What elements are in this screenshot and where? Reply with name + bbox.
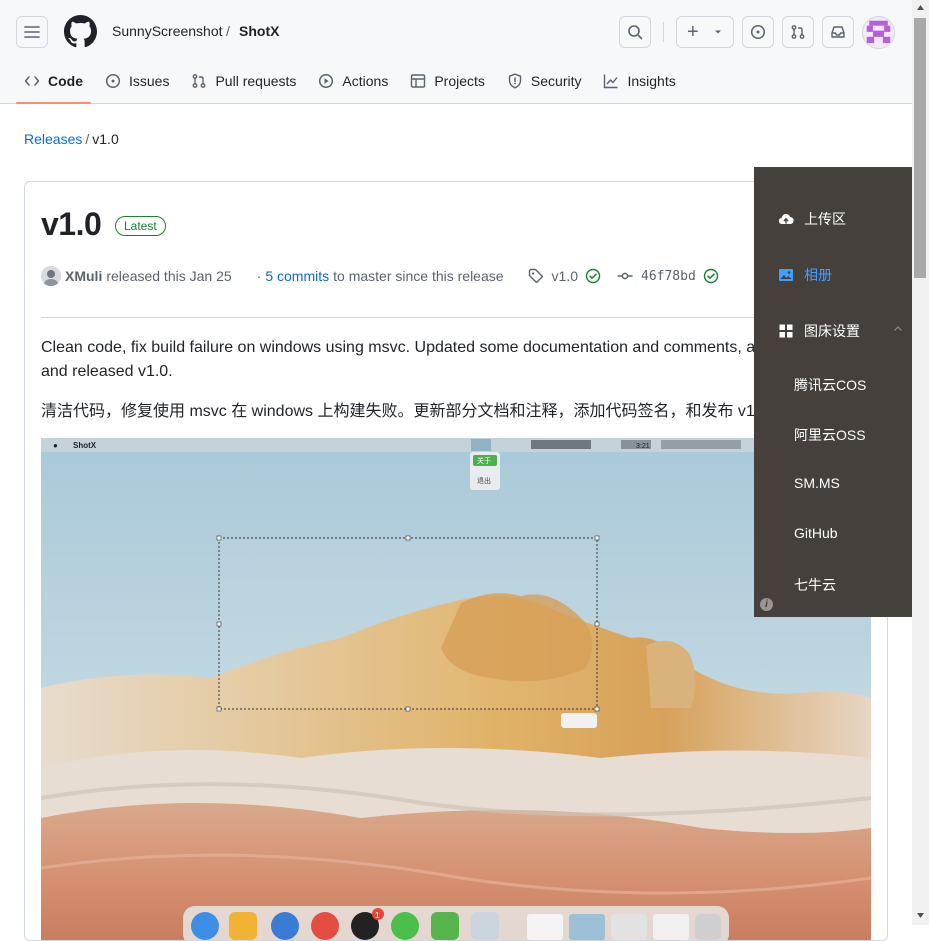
provider-smms[interactable]: SM.MS: [794, 475, 840, 491]
release-notes-en-line1: Clean code, fix build failure on windows…: [41, 339, 765, 356]
commit-sha-link[interactable]: 46f78bd: [641, 269, 696, 284]
meta-dot: ·: [256, 268, 262, 284]
issues-button[interactable]: [742, 16, 774, 48]
menu-item-upload[interactable]: 上传区: [778, 209, 846, 229]
identicon-icon: [866, 20, 891, 44]
tab-label: Code: [48, 73, 83, 89]
triangle-down-icon: [715, 30, 721, 34]
tab-code[interactable]: Code: [16, 64, 91, 104]
landscape-wallpaper: ● ShotX 3:21 关于 退出 1: [41, 438, 871, 940]
tab-insights[interactable]: Insights: [595, 64, 683, 98]
hamburger-icon: [24, 26, 40, 38]
crumb-separator: /: [226, 23, 230, 39]
menu-item-settings[interactable]: 图床设置: [778, 321, 860, 341]
header-divider: [663, 22, 664, 42]
tab-issues[interactable]: Issues: [97, 64, 177, 98]
author-avatar-icon: [41, 266, 61, 286]
uploader-side-menu: 上传区 相册 图床设置 腾讯云COS 阿里云OSS SM.MS GitHub 七…: [754, 167, 929, 617]
github-logo-icon[interactable]: [64, 15, 97, 48]
shield-icon: [508, 73, 522, 89]
menu-item-label: 相册: [804, 267, 832, 283]
info-icon[interactable]: i: [760, 598, 773, 611]
tab-label: Issues: [129, 73, 170, 89]
commits-link[interactable]: 5 commits: [265, 268, 329, 284]
page-scrollbar[interactable]: [912, 0, 929, 925]
release-notes-zh: 清洁代码，修复使用 msvc 在 windows 上构建失败。更新部分文档和注释…: [41, 403, 760, 420]
menu-button[interactable]: [16, 16, 48, 48]
tab-label: Security: [530, 73, 582, 89]
svg-text:●: ●: [53, 441, 58, 450]
inbox-button[interactable]: [822, 16, 854, 48]
issue-opened-icon: [750, 24, 766, 40]
search-icon: [628, 25, 643, 40]
latest-badge: Latest: [115, 216, 166, 236]
git-commit-icon: [617, 272, 633, 280]
tag-link[interactable]: v1.0: [552, 268, 578, 284]
picture-icon: [779, 269, 793, 281]
breadcrumb: Releases / v1.0: [24, 131, 119, 147]
release-notes-en-line2: and released v1.0.: [41, 363, 173, 380]
inbox-icon: [831, 26, 845, 38]
play-icon: [319, 73, 334, 89]
breadcrumb-separator: /: [85, 131, 90, 147]
code-icon: [24, 76, 40, 86]
menu-item-label: 图床设置: [804, 323, 860, 339]
tab-label: Insights: [627, 73, 676, 89]
release-title[interactable]: v1.0: [41, 206, 102, 243]
tab-pull-requests[interactable]: Pull requests: [183, 64, 304, 98]
page-scrollbar-thumb[interactable]: [914, 18, 926, 278]
tab-label: Projects: [434, 73, 485, 89]
release-divider: [41, 317, 873, 318]
cloud-upload-icon: [778, 214, 794, 225]
pull-requests-button[interactable]: [782, 16, 814, 48]
chevron-up-icon[interactable]: [893, 324, 903, 334]
menubar-app-name: ShotX: [73, 441, 97, 450]
author-link[interactable]: XMuli: [65, 268, 102, 284]
issue-opened-icon: [105, 73, 121, 89]
commits-suffix: to master since this release: [333, 268, 504, 284]
verified-check-icon: [703, 268, 718, 284]
scroll-up-arrow-icon[interactable]: [916, 4, 925, 11]
tab-label: Actions: [342, 73, 389, 89]
release-meta: XMuli released this Jan 25 · 5 commits t…: [41, 266, 719, 286]
user-avatar[interactable]: [862, 16, 895, 49]
create-new-button[interactable]: +: [676, 16, 734, 48]
tab-actions[interactable]: Actions: [310, 64, 396, 98]
tab-projects[interactable]: Projects: [402, 64, 493, 98]
repo-nav-tabs: Code Issues Pull requests Actions Projec…: [16, 64, 690, 104]
provider-qiniu[interactable]: 七牛云: [794, 575, 836, 595]
repo-owner-link[interactable]: SunnyScreenshot: [112, 23, 223, 39]
provider-tencent-cos[interactable]: 腾讯云COS: [794, 375, 866, 395]
dock-badge: 1: [375, 911, 380, 920]
tab-label: Pull requests: [215, 73, 297, 89]
tag-icon: [528, 268, 543, 284]
graph-icon: [604, 74, 619, 89]
provider-github[interactable]: GitHub: [794, 525, 838, 541]
repo-name-link[interactable]: ShotX: [239, 23, 279, 39]
author-avatar[interactable]: [41, 266, 61, 286]
menu-item-album[interactable]: 相册: [778, 265, 832, 285]
menu-item-label: 上传区: [804, 211, 846, 227]
release-notes-en: Clean code, fix build failure on windows…: [41, 336, 861, 384]
search-button[interactable]: [619, 16, 651, 48]
git-pull-request-icon: [791, 25, 805, 39]
git-pull-request-icon: [193, 74, 206, 88]
verified-check-icon: [585, 268, 601, 284]
tab-security[interactable]: Security: [499, 64, 590, 98]
menubar-time: 3:21: [636, 443, 650, 450]
plus-icon: +: [687, 21, 699, 43]
grid-icon: [779, 324, 793, 338]
released-text: released this Jan 25: [106, 268, 232, 284]
table-icon: [411, 74, 426, 88]
provider-aliyun-oss[interactable]: 阿里云OSS: [794, 425, 866, 445]
scroll-down-arrow-icon[interactable]: [916, 912, 925, 919]
tray-menu-exit: 退出: [477, 476, 491, 485]
breadcrumb-current: v1.0: [92, 131, 119, 147]
tray-menu-about: 关于: [477, 456, 491, 465]
global-header: SunnyScreenshot / ShotX + Code Issues Pu…: [0, 0, 912, 104]
releases-link[interactable]: Releases: [24, 131, 82, 147]
release-screenshot-image[interactable]: ● ShotX 3:21 关于 退出 1: [41, 438, 871, 940]
